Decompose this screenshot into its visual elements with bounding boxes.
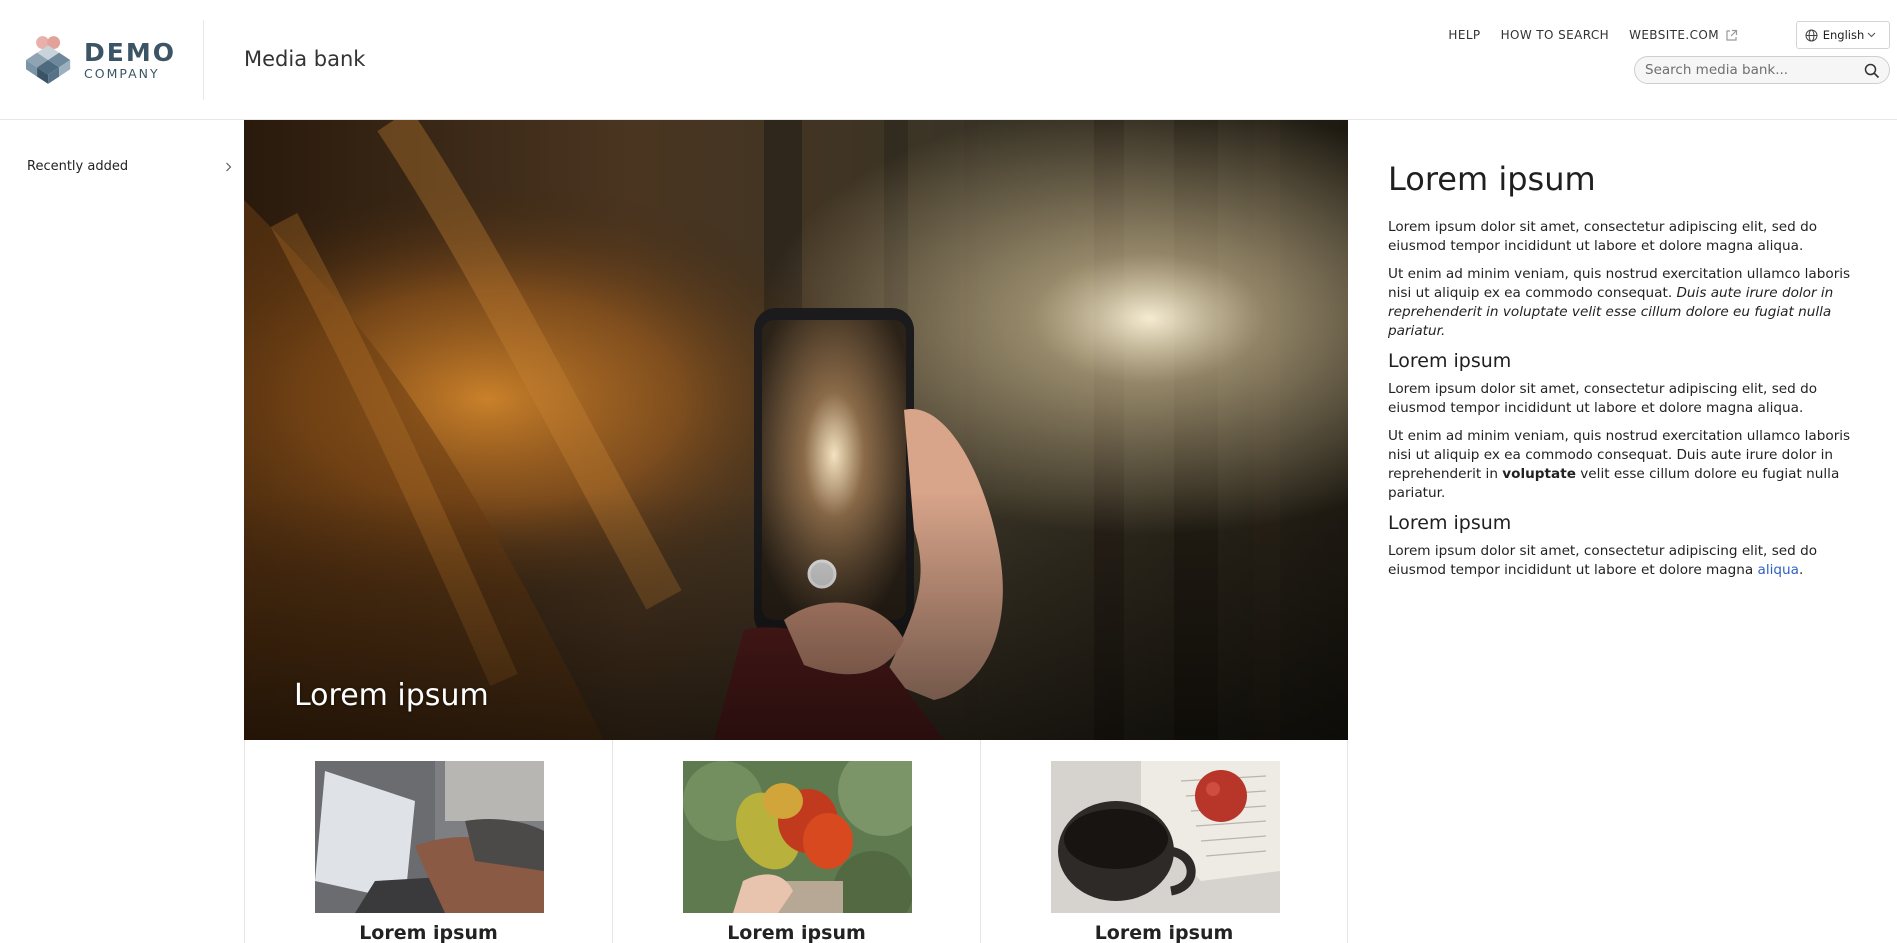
- search-icon[interactable]: [1864, 63, 1880, 79]
- search-input[interactable]: [1635, 62, 1855, 78]
- card-thumbnail-laptop: [315, 761, 544, 913]
- card-title: Lorem ipsum: [727, 922, 866, 943]
- card-thumbnail-leaves: [683, 761, 912, 913]
- card-title: Lorem ipsum: [359, 922, 498, 943]
- logo-mark-icon: [26, 36, 71, 84]
- paragraph-text: Lorem ipsum dolor sit amet, consectetur …: [1388, 543, 1818, 578]
- company-logo[interactable]: DEMO COMPANY: [26, 32, 176, 88]
- article-paragraph: Lorem ipsum dolor sit amet, consectetur …: [1388, 542, 1860, 580]
- media-card-row: Lorem ipsum Lorem ipsum Lorem ipsum: [244, 740, 1348, 943]
- article-title: Lorem ipsum: [1388, 160, 1596, 198]
- media-card[interactable]: Lorem ipsum: [244, 740, 612, 943]
- article-paragraph: Ut enim ad minim veniam, quis nostrud ex…: [1388, 427, 1860, 503]
- sidebar-item-recently-added[interactable]: Recently added: [27, 159, 232, 174]
- chevron-down-icon: [1867, 32, 1876, 38]
- nav-how-to-search-link[interactable]: HOW TO SEARCH: [1501, 28, 1610, 42]
- nav-website-label: WEBSITE.COM: [1629, 28, 1719, 42]
- media-card[interactable]: Lorem ipsum: [612, 740, 980, 943]
- article-paragraph: Ut enim ad minim veniam, quis nostrud ex…: [1388, 265, 1860, 341]
- article-subheading: Lorem ipsum: [1388, 512, 1512, 534]
- language-label: English: [1822, 28, 1865, 42]
- article-subheading: Lorem ipsum: [1388, 350, 1512, 372]
- header: DEMO COMPANY Media bank HELP HOW TO SEAR…: [0, 0, 1897, 120]
- hero-image: [244, 120, 1348, 740]
- header-divider: [203, 20, 204, 100]
- top-nav: HELP HOW TO SEARCH WEBSITE.COM: [1428, 26, 1738, 44]
- media-card[interactable]: Lorem ipsum: [980, 740, 1348, 943]
- nav-help-link[interactable]: HELP: [1448, 28, 1480, 42]
- card-thumbnail-coffee: [1051, 761, 1280, 913]
- logo-text-line2: COMPANY: [84, 65, 160, 81]
- hero-banner[interactable]: Lorem ipsum: [244, 120, 1348, 740]
- article-paragraph: Lorem ipsum dolor sit amet, consectetur …: [1388, 219, 1818, 254]
- globe-icon: [1805, 29, 1818, 41]
- chevron-right-icon: [226, 162, 232, 171]
- article-paragraph: Lorem ipsum dolor sit amet, consectetur …: [1388, 381, 1818, 416]
- paragraph-text: .: [1798, 562, 1804, 578]
- hero-caption: Lorem ipsum: [294, 678, 489, 713]
- article-link[interactable]: aliqua: [1758, 562, 1799, 578]
- external-link-icon: [1726, 29, 1738, 41]
- nav-website-link[interactable]: WEBSITE.COM: [1629, 28, 1738, 42]
- article-panel: Lorem ipsum Lorem ipsum dolor sit amet, …: [1388, 160, 1860, 589]
- search-box: [1634, 56, 1890, 84]
- language-select[interactable]: English: [1796, 21, 1890, 49]
- sidebar-item-label: Recently added: [27, 159, 129, 174]
- logo-text-line1: DEMO: [84, 37, 176, 67]
- site-title: Media bank: [244, 47, 366, 71]
- card-title: Lorem ipsum: [1094, 922, 1234, 943]
- paragraph-bold-text: voluptate: [1502, 466, 1576, 482]
